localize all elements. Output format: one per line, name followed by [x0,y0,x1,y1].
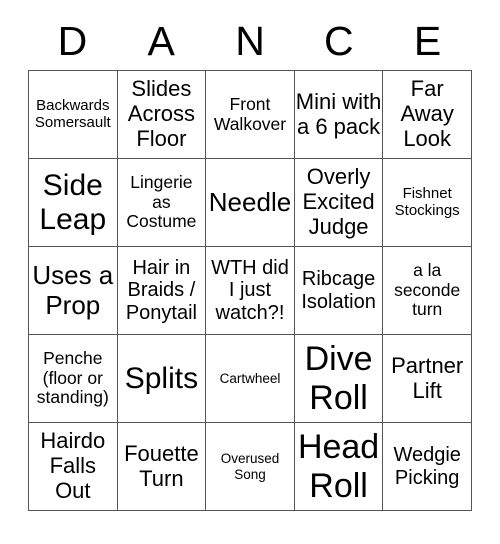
bingo-cell-label: Lingerie as Costume [126,171,197,232]
bingo-cell-label: Cartwheel [219,370,281,386]
bingo-cell-r2c4[interactable]: a la seconde turn [383,247,472,335]
bingo-cell-label: Dive Roll [304,340,373,417]
bingo-cell-r3c2[interactable]: Cartwheel [206,335,295,423]
bingo-cell-r3c4[interactable]: Partner Lift [383,335,472,423]
bingo-cell-label: Wedgie Picking [393,443,461,489]
bingo-header-row: D A N C E [28,12,472,70]
bingo-cell-label: Slides Across Floor [127,76,196,151]
bingo-cell-r1c0[interactable]: Side Leap [29,159,118,247]
bingo-cell-r4c0[interactable]: Hairdo Falls Out [29,423,118,511]
bingo-cell-label: Fouette Turn [124,440,199,491]
bingo-cell-label: Hair in Braids / Ponytail [125,256,197,324]
bingo-cell-r2c0[interactable]: Uses a Prop [29,247,118,335]
bingo-cell-r0c2[interactable]: Front Walkover [206,71,295,159]
bingo-cell-r0c1[interactable]: Slides Across Floor [117,71,207,159]
bingo-row-1: Side Leap Lingerie as Costume Needle Ove… [29,159,472,247]
bingo-header-letter-2: N [235,17,265,64]
bingo-cell-r4c1[interactable]: Fouette Turn [117,423,207,511]
bingo-cell-r0c3[interactable]: Mini with a 6 pack [294,71,384,159]
bingo-cell-r2c1[interactable]: Hair in Braids / Ponytail [117,247,207,335]
bingo-cell-r2c2[interactable]: WTH did I just watch?! [206,247,295,335]
bingo-cell-label: Splits [124,361,199,395]
bingo-row-4: Hairdo Falls Out Fouette Turn Overused S… [29,423,472,511]
bingo-cell-label: Front Walkover [213,93,287,134]
bingo-cell-label: Backwards Somersault [34,96,111,131]
bingo-cell-label: Fishnet Stockings [394,184,460,219]
bingo-header-letter-0: D [57,17,88,64]
bingo-cell-label: Overused Song [220,451,280,482]
bingo-cell-r2c3[interactable]: Ribcage Isolation [294,247,384,335]
bingo-cell-r1c2[interactable]: Needle [206,159,295,247]
bingo-cell-label: a la seconde turn [394,259,461,320]
bingo-cell-r3c0[interactable]: Penche (floor or standing) [29,335,118,423]
bingo-cell-r4c3[interactable]: Head Roll [294,423,384,511]
bingo-cell-label: Partner Lift [391,352,464,403]
bingo-card: D A N C E Backwards Somersault Slides Ac… [28,12,472,511]
bingo-cell-label: Needle [208,186,292,217]
bingo-cell-r1c3[interactable]: Overly Excited Judge [294,159,384,247]
bingo-cell-r4c2[interactable]: Overused Song [206,423,295,511]
bingo-cell-label: WTH did I just watch?! [211,256,289,324]
bingo-cell-label: Overly Excited Judge [302,164,375,239]
bingo-row-3: Penche (floor or standing) Splits Cartwh… [29,335,472,423]
bingo-cell-label: Penche (floor or standing) [36,347,109,408]
bingo-cell-r1c1[interactable]: Lingerie as Costume [117,159,207,247]
bingo-row-2: Uses a Prop Hair in Braids / Ponytail WT… [29,247,472,335]
bingo-cell-r0c0[interactable]: Backwards Somersault [29,71,118,159]
bingo-cell-r0c4[interactable]: Far Away Look [383,71,472,159]
bingo-header-letter-3: C [323,17,354,64]
bingo-cell-r1c4[interactable]: Fishnet Stockings [383,159,472,247]
bingo-cell-r4c4[interactable]: Wedgie Picking [383,423,472,511]
bingo-header-letter-1: A [147,17,175,64]
bingo-header-letter-4: E [413,17,442,64]
bingo-cell-label: Uses a Prop [32,260,114,320]
bingo-cell-label: Head Roll [297,428,380,505]
bingo-cell-r3c3[interactable]: Dive Roll [294,335,384,423]
bingo-grid: Backwards Somersault Slides Across Floor… [28,70,472,511]
bingo-cell-label: Hairdo Falls Out [40,428,106,503]
bingo-row-0: Backwards Somersault Slides Across Floor… [29,71,472,159]
bingo-cell-label: Far Away Look [400,76,454,151]
bingo-cell-label: Side Leap [39,168,107,236]
bingo-cell-label: Ribcage Isolation [301,267,376,313]
bingo-cell-label: Mini with a 6 pack [295,88,382,139]
bingo-cell-r3c1[interactable]: Splits [117,335,207,423]
